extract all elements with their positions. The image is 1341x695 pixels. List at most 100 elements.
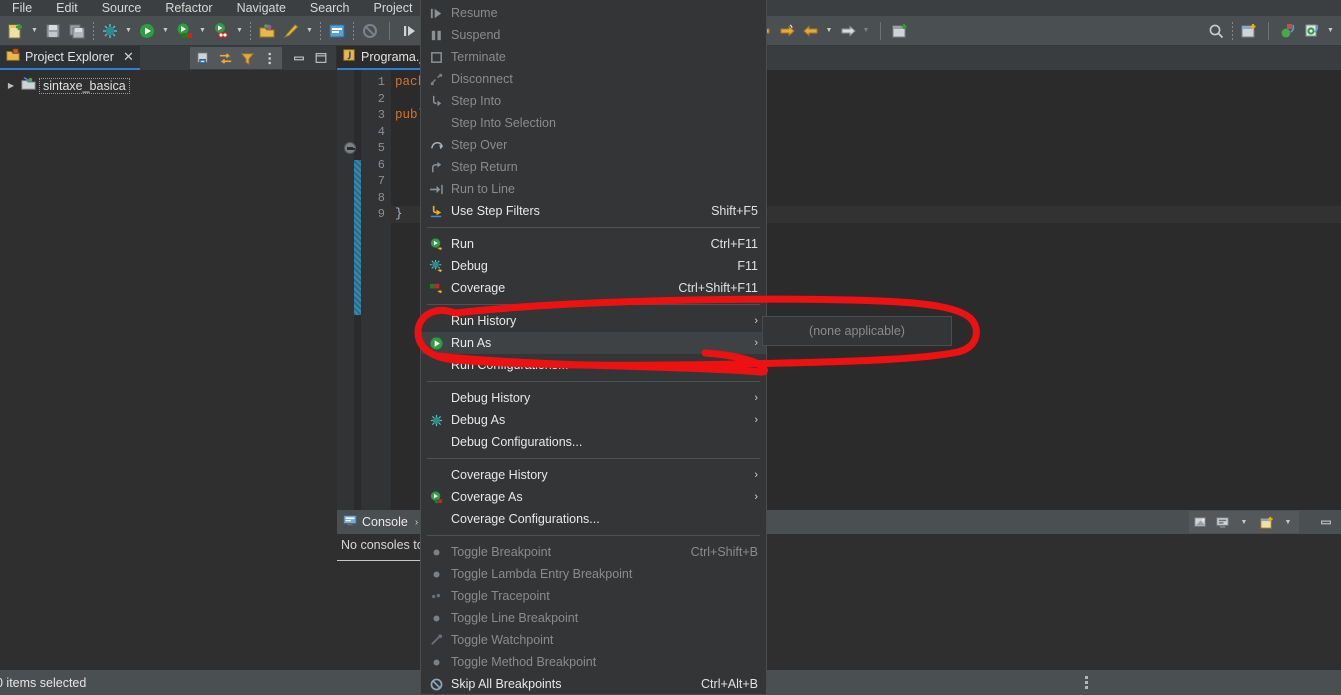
close-icon[interactable]: ✕	[123, 49, 134, 65]
open-type-icon[interactable]	[255, 19, 279, 43]
menu-separator	[427, 227, 760, 228]
collapse-all-icon[interactable]	[192, 47, 214, 69]
menu-item-use-step-filters[interactable]: Use Step Filters Shift+F5	[421, 200, 766, 222]
line-number: 8	[377, 190, 385, 205]
menu-item-terminate: Terminate	[421, 46, 766, 68]
chevron-right-icon[interactable]: ▶	[4, 81, 18, 90]
tab-project-explorer[interactable]: Project Explorer ✕	[0, 46, 140, 70]
menu-search[interactable]: Search	[298, 0, 362, 16]
open-console-icon[interactable]	[1255, 511, 1277, 533]
tab-console[interactable]: Console ›	[337, 510, 424, 534]
debug-icon[interactable]	[98, 19, 122, 43]
coverage-icon	[421, 277, 451, 299]
tree-item-project[interactable]: ▶ sintaxe_basica	[4, 76, 336, 95]
back-icon[interactable]	[799, 19, 823, 43]
menu-separator	[427, 381, 760, 382]
menu-separator	[427, 458, 760, 459]
menu-item-shortcut: Ctrl+Alt+B	[701, 677, 758, 691]
overflow-dots-icon[interactable]	[1076, 676, 1096, 689]
coverage-icon[interactable]	[172, 19, 196, 43]
perspective-more-arrow[interactable]: ▼	[1324, 19, 1337, 43]
project-explorer-icon	[6, 47, 20, 67]
menu-navigate[interactable]: Navigate	[225, 0, 298, 16]
menu-item-coverage[interactable]: Coverage Ctrl+Shift+F11	[421, 277, 766, 299]
menu-item-toggle-method-breakpoint: Toggle Method Breakpoint	[421, 651, 766, 673]
search-icon[interactable]	[1204, 19, 1228, 43]
menu-item-label: Coverage Configurations...	[451, 512, 600, 526]
open-task-icon[interactable]	[325, 19, 349, 43]
external-tools-dropdown-arrow[interactable]: ▼	[303, 19, 316, 43]
display-selected-console-icon[interactable]	[1211, 511, 1233, 533]
menu-item-label: Resume	[451, 6, 498, 20]
open-perspective-icon[interactable]	[1237, 19, 1261, 43]
toolbar-separator	[93, 21, 94, 40]
menu-item-debug-history[interactable]: Debug History ›	[421, 387, 766, 409]
menu-item-step-into: Step Into	[421, 90, 766, 112]
menu-edit[interactable]: Edit	[44, 0, 90, 16]
menu-separator	[427, 304, 760, 305]
link-with-editor-icon[interactable]	[214, 47, 236, 69]
run-ant-dropdown-arrow[interactable]: ▼	[233, 19, 246, 43]
menu-project[interactable]: Project	[362, 0, 425, 16]
resume-icon[interactable]	[397, 19, 421, 43]
menu-item-coverage-history[interactable]: Coverage History ›	[421, 464, 766, 486]
forward-icon[interactable]	[836, 19, 860, 43]
new-java-class-icon[interactable]	[888, 19, 912, 43]
external-tools-icon[interactable]	[279, 19, 303, 43]
breakpoint-icon	[421, 563, 451, 585]
new-dropdown-arrow[interactable]: ▼	[28, 19, 41, 43]
tab-programa-java[interactable]: Programa.j	[337, 46, 431, 70]
display-dropdown-arrow[interactable]: ▼	[1233, 511, 1255, 533]
chevron-right-icon[interactable]: ›	[415, 517, 418, 528]
java-browsing-perspective-icon[interactable]	[1300, 19, 1324, 43]
menu-item-resume: Resume	[421, 2, 766, 24]
menu-item-label: Suspend	[451, 28, 501, 42]
skip-breakpoints-icon[interactable]	[358, 19, 382, 43]
minimize-icon[interactable]	[1315, 511, 1337, 533]
new-wizard-icon[interactable]	[4, 19, 28, 43]
menu-file[interactable]: File	[0, 0, 44, 16]
code-folding-collapse-icon[interactable]	[344, 142, 356, 154]
menu-item-run-as[interactable]: Run As ›	[421, 332, 766, 354]
menu-item-run[interactable]: Run Ctrl+F11	[421, 233, 766, 255]
menu-item-skip-all-breakpoints[interactable]: Skip All Breakpoints Ctrl+Alt+B	[421, 673, 766, 695]
coverage-dropdown-arrow[interactable]: ▼	[196, 19, 209, 43]
save-all-icon[interactable]	[65, 19, 89, 43]
save-icon[interactable]	[41, 19, 65, 43]
view-menu-icon[interactable]	[258, 47, 280, 69]
debug-dropdown-arrow[interactable]: ▼	[122, 19, 135, 43]
menu-item-debug-as[interactable]: Debug As ›	[421, 409, 766, 431]
maximize-icon[interactable]	[310, 47, 332, 69]
no-icon	[421, 354, 451, 376]
chevron-right-icon: ›	[754, 491, 758, 503]
run-icon[interactable]	[135, 19, 159, 43]
menu-item-debug-configurations[interactable]: Debug Configurations...	[421, 431, 766, 453]
java-ee-perspective-icon[interactable]	[1276, 19, 1300, 43]
menu-item-debug[interactable]: Debug F11	[421, 255, 766, 277]
next-annotation-icon[interactable]	[775, 19, 799, 43]
step-into-icon	[421, 90, 451, 112]
menu-item-coverage-configurations[interactable]: Coverage Configurations...	[421, 508, 766, 530]
line-number: 2	[377, 91, 385, 106]
menu-item-label: Run History	[451, 314, 517, 328]
editor-marker-column[interactable]	[337, 70, 354, 510]
open-console-dropdown-arrow[interactable]: ▼	[1277, 511, 1299, 533]
menu-item-coverage-as[interactable]: Coverage As ›	[421, 486, 766, 508]
no-icon	[421, 387, 451, 409]
back-dropdown-arrow[interactable]: ▼	[823, 19, 836, 43]
menu-item-label: Run Configurations...	[451, 358, 569, 372]
line-number: 1	[377, 75, 385, 89]
clear-console-icon[interactable]	[1189, 511, 1211, 533]
toolbar-separator-7	[1232, 21, 1233, 40]
run-ant-icon[interactable]	[209, 19, 233, 43]
menu-item-run-configurations[interactable]: Run Configurations...	[421, 354, 766, 376]
minimize-icon[interactable]	[288, 47, 310, 69]
run-dropdown-arrow[interactable]: ▼	[159, 19, 172, 43]
toolbar-misc-group: ▼	[255, 19, 316, 43]
filter-icon[interactable]	[236, 47, 258, 69]
menu-source[interactable]: Source	[90, 0, 154, 16]
menu-refactor[interactable]: Refactor	[153, 0, 224, 16]
menu-item-run-history[interactable]: Run History ›	[421, 310, 766, 332]
menu-item-run-to-line: Run to Line	[421, 178, 766, 200]
menu-item-toggle-tracepoint: Toggle Tracepoint	[421, 585, 766, 607]
